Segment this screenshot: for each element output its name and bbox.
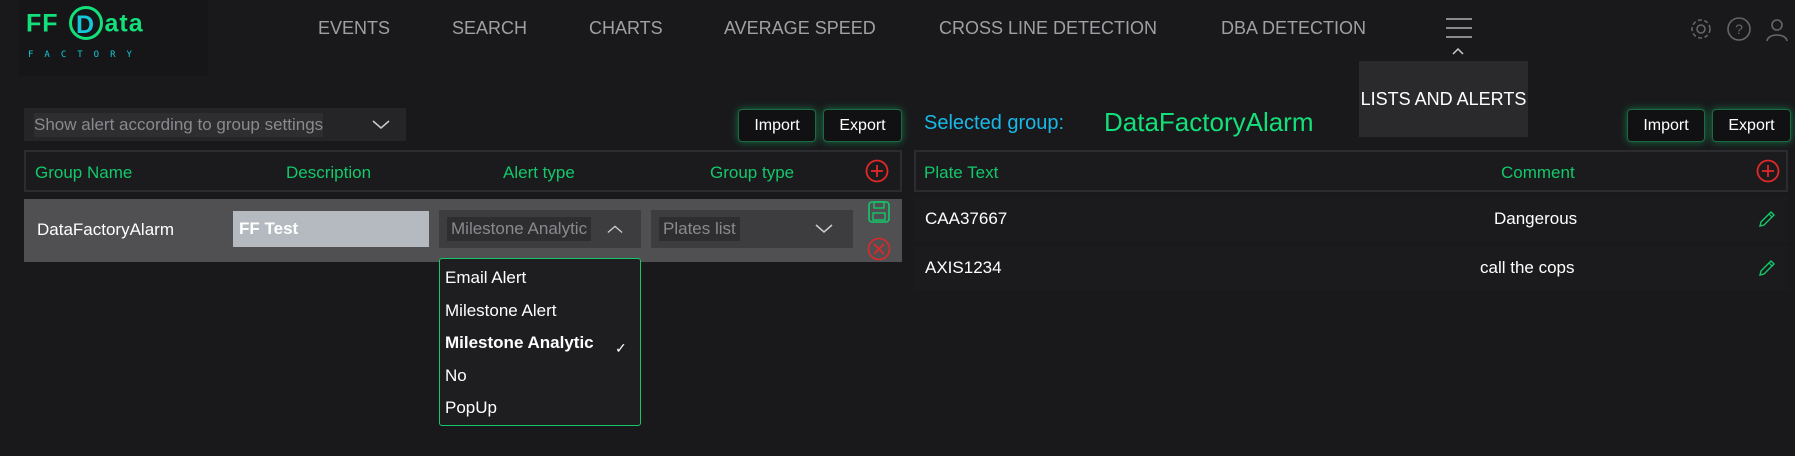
logo-wordmark: FF Data xyxy=(26,6,144,42)
edit-icon[interactable] xyxy=(1757,209,1777,229)
option-no[interactable]: No xyxy=(445,366,467,386)
table-row: AXIS1234 call the cops xyxy=(914,246,1788,290)
alert-type-select[interactable]: Milestone Analytic xyxy=(439,210,641,248)
add-group-icon[interactable] xyxy=(865,159,889,183)
col-comment: Comment xyxy=(1501,163,1575,182)
nav-dba-detection[interactable]: DBA DETECTION xyxy=(1221,18,1366,39)
selected-group-name: DataFactoryAlarm xyxy=(1104,107,1314,137)
selected-group-label: Selected group: xyxy=(924,112,1065,134)
alert-type-value: Milestone Analytic xyxy=(447,217,592,241)
nav-events[interactable]: EVENTS xyxy=(318,18,390,39)
chevron-down-icon xyxy=(815,224,833,233)
group-type-value: Plates list xyxy=(659,217,740,241)
user-icon[interactable] xyxy=(1764,16,1790,42)
chevron-up-icon xyxy=(607,225,623,234)
option-milestone-alert[interactable]: Milestone Alert xyxy=(445,301,557,321)
comment-cell: Dangerous xyxy=(1494,209,1578,228)
description-input[interactable] xyxy=(233,211,429,247)
logo[interactable]: FF Data FACTORY xyxy=(18,0,208,76)
alert-filter-value: Show alert according to group settings xyxy=(34,112,324,137)
plate-text-cell: AXIS1234 xyxy=(925,258,1002,277)
left-export-button[interactable]: Export xyxy=(823,109,902,142)
plate-text-cell: CAA37667 xyxy=(925,209,1008,228)
col-description: Description xyxy=(286,163,372,182)
plates-table-header: Plate Text Comment xyxy=(914,150,1788,192)
right-import-button[interactable]: Import xyxy=(1627,109,1705,142)
nav-search[interactable]: SEARCH xyxy=(452,18,527,39)
menu-item-lists-and-alerts[interactable]: LISTS AND ALERTS xyxy=(1359,61,1528,137)
col-group-type: Group type xyxy=(710,163,795,182)
help-icon[interactable]: ? xyxy=(1726,16,1752,42)
delete-icon[interactable] xyxy=(867,237,891,261)
logo-subtitle: FACTORY xyxy=(28,50,143,60)
nav-cross-line-detection[interactable]: CROSS LINE DETECTION xyxy=(939,18,1157,39)
edit-icon[interactable] xyxy=(1757,258,1777,278)
left-import-button[interactable]: Import xyxy=(738,109,816,142)
check-icon: ✓ xyxy=(615,340,627,356)
comment-cell: call the cops xyxy=(1480,258,1575,277)
col-alert-type: Alert type xyxy=(503,163,575,182)
col-group-name: Group Name xyxy=(35,163,133,182)
group-type-select[interactable]: Plates list xyxy=(651,210,853,248)
group-name-cell: DataFactoryAlarm xyxy=(37,220,174,239)
table-row: CAA37667 Dangerous xyxy=(914,197,1788,241)
nav-charts[interactable]: CHARTS xyxy=(589,18,663,39)
alert-filter-select[interactable]: Show alert according to group settings xyxy=(24,108,406,141)
save-icon[interactable] xyxy=(867,200,891,224)
right-export-button[interactable]: Export xyxy=(1712,109,1791,142)
group-row: DataFactoryAlarm Milestone Analytic Plat… xyxy=(24,199,902,262)
caret-up-icon xyxy=(1452,47,1464,55)
option-email-alert[interactable]: Email Alert xyxy=(445,268,526,288)
add-plate-icon[interactable] xyxy=(1756,159,1780,183)
chevron-down-icon xyxy=(372,120,390,129)
groups-table-header: Group Name Description Alert type Group … xyxy=(24,150,902,192)
svg-text:?: ? xyxy=(1735,21,1743,37)
option-milestone-analytic[interactable]: Milestone Analytic xyxy=(445,333,594,353)
nav-average-speed[interactable]: AVERAGE SPEED xyxy=(724,18,876,39)
gear-icon[interactable] xyxy=(1688,16,1714,42)
col-plate-text: Plate Text xyxy=(924,163,999,182)
hamburger-menu-icon[interactable] xyxy=(1446,18,1472,40)
option-popup[interactable]: PopUp xyxy=(445,398,497,418)
alert-type-dropdown: Email Alert Milestone Alert Milestone An… xyxy=(439,258,641,426)
